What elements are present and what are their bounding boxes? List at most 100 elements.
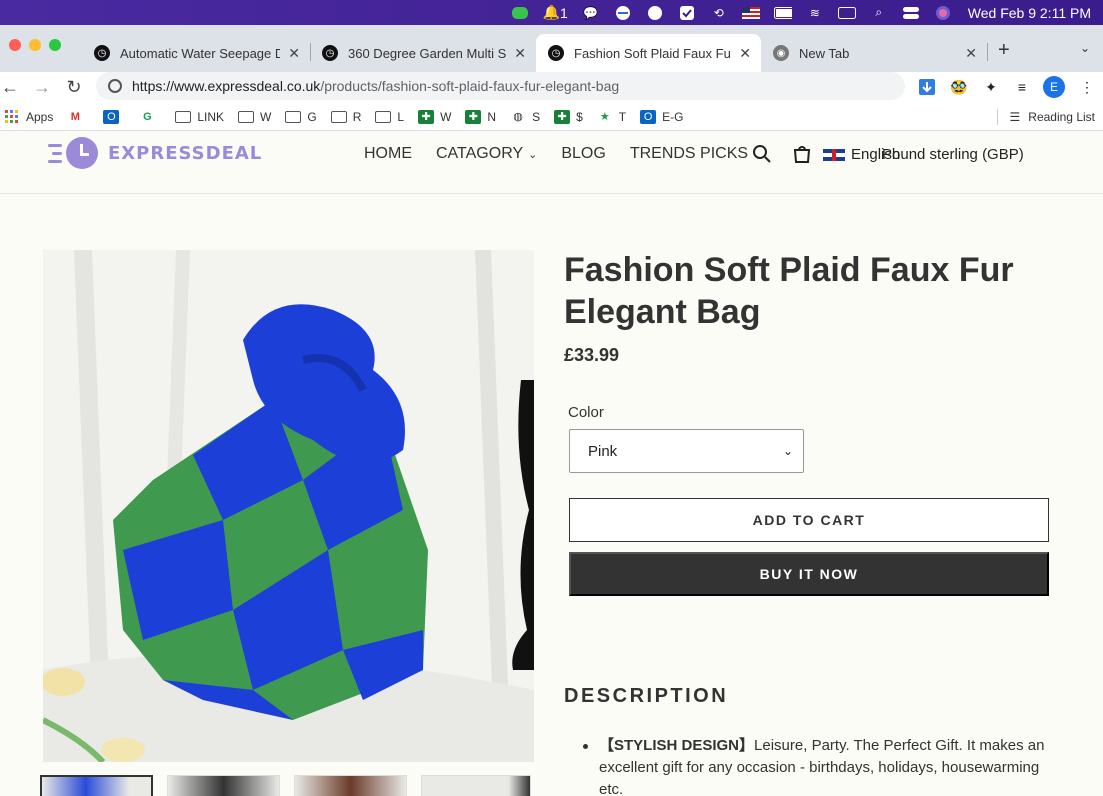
bookmark-folder-g[interactable]: G <box>285 109 317 124</box>
maximize-window-button[interactable] <box>49 39 61 51</box>
color-selected-value: Pink <box>588 442 618 460</box>
product-price: £33.99 <box>564 345 620 365</box>
new-tab-button[interactable]: + <box>998 39 1010 62</box>
bookmark-grammarly[interactable]: G <box>139 110 161 124</box>
bookmarks-bar: Apps M O G LINK W G R L ✚ W ✚ N ◍ S ✚ $ ★ T O… <box>0 103 1103 131</box>
back-arrow-icon[interactable]: ← <box>0 77 26 98</box>
site-info-icon[interactable] <box>108 79 122 93</box>
nav-home[interactable]: HOME <box>364 145 412 163</box>
description-item-bold: 【STYLISH DESIGN】 <box>599 737 755 754</box>
faux-fur-bag-image <box>43 250 534 762</box>
puzzle-extensions-icon[interactable]: ✦ <box>980 76 1002 98</box>
nav-trends-picks[interactable]: TRENDS PICKS <box>630 145 748 163</box>
notification-icon[interactable]: 🔔 1 <box>543 4 568 21</box>
nav-catagory[interactable]: CATAGORY ⌄ <box>436 145 537 163</box>
bookmark-label: W <box>440 109 452 124</box>
close-tab-icon[interactable]: ✕ <box>514 45 526 62</box>
close-window-button[interactable] <box>9 39 21 51</box>
reload-icon[interactable]: ↻ <box>58 77 90 98</box>
site-header: EXPRESSDEAL HOME CATAGORY ⌄ BLOG TRENDS P… <box>0 131 1103 194</box>
vpn-icon[interactable] <box>646 5 664 20</box>
thumbnail-2[interactable] <box>167 775 280 796</box>
us-flag-icon[interactable] <box>741 6 760 20</box>
close-tab-icon[interactable]: ✕ <box>965 45 977 62</box>
bookmark-folder-w[interactable]: W <box>238 110 271 124</box>
color-select[interactable]: Pink ⌄ <box>569 429 804 473</box>
teamviewer-icon[interactable] <box>614 5 632 20</box>
bookmark-label: Apps <box>26 109 54 124</box>
download-extension-icon[interactable] <box>916 76 938 98</box>
folder-icon <box>330 110 347 124</box>
bookmark-label: $ <box>576 109 583 124</box>
add-to-cart-button[interactable]: ADD TO CART <box>569 498 1049 542</box>
bookmark-sheet-w[interactable]: ✚ W <box>418 109 452 124</box>
reading-list-icon: ☰ <box>1009 110 1021 124</box>
apps-grid-icon <box>4 109 20 124</box>
check-icon[interactable] <box>678 5 696 20</box>
bookmark-folder-l[interactable]: L <box>375 110 404 124</box>
bookmark-globe-s[interactable]: ◍ S <box>510 110 540 124</box>
tab-360-degree-garden[interactable]: ◷ 360 Degree Garden Multi Sp ✕ <box>310 34 536 72</box>
profile-avatar[interactable]: E <box>1043 76 1065 98</box>
folder-icon <box>285 110 302 124</box>
main-nav: HOME CATAGORY ⌄ BLOG TRENDS PICKS <box>364 145 772 163</box>
thumbnail-3[interactable] <box>294 775 407 796</box>
gmail-icon: M <box>70 110 80 123</box>
bookmark-outlook-eg[interactable]: O E-G <box>640 109 683 124</box>
buy-it-now-button[interactable]: BUY IT NOW <box>569 552 1049 596</box>
bullet <box>583 744 588 749</box>
thumbnail-4[interactable] <box>421 775 531 796</box>
siri-icon[interactable] <box>934 5 952 20</box>
tab-title: Fashion Soft Plaid Faux Fur E <box>574 45 732 61</box>
close-tab-icon[interactable]: ✕ <box>739 45 751 62</box>
bookmark-label: G <box>307 109 317 124</box>
wifi-icon[interactable]: ≋ <box>806 6 824 20</box>
clock-favicon-icon: ◷ <box>322 45 338 61</box>
expressdeal-logo[interactable]: EXPRESSDEAL <box>48 137 262 169</box>
tab-automatic-water-seepage[interactable]: ◷ Automatic Water Seepage De ✕ <box>82 34 310 72</box>
wechat-icon[interactable]: 💬 <box>582 6 600 20</box>
line-icon[interactable] <box>511 6 529 20</box>
date-time[interactable]: Wed Feb 9 2:11 PM <box>968 5 1091 21</box>
product-main-image[interactable] <box>43 250 534 762</box>
bookmark-gmail[interactable]: M <box>67 110 89 124</box>
tab-new-tab[interactable]: ◉ New Tab ✕ <box>761 34 987 72</box>
nav-blog[interactable]: BLOG <box>561 145 605 163</box>
bookmark-label: L <box>397 109 405 124</box>
spotlight-icon[interactable]: ⌕ <box>870 5 888 20</box>
bookmark-label: S <box>532 109 541 124</box>
time-machine-icon[interactable]: ⟲ <box>710 6 728 20</box>
reading-list-button[interactable]: ☰ Reading List <box>996 109 1095 125</box>
star-icon: ★ <box>599 111 610 123</box>
description-list: 【STYLISH DESIGN】Leisure, Party. The Perf… <box>583 735 1053 796</box>
tab-fashion-soft-plaid[interactable]: ◷ Fashion Soft Plaid Faux Fur E ✕ <box>536 34 761 72</box>
bookmark-outlook[interactable]: O <box>103 109 125 124</box>
close-tab-icon[interactable]: ✕ <box>288 45 300 62</box>
bookmark-folder-link[interactable]: LINK <box>175 110 224 124</box>
sheets-icon: ✚ <box>418 109 435 124</box>
battery-icon[interactable] <box>773 6 792 20</box>
forward-arrow-icon[interactable]: → <box>26 77 58 98</box>
grammarly-icon: G <box>143 110 152 123</box>
tab-search-chevron-icon[interactable]: ⌄ <box>1080 41 1090 55</box>
folder-icon <box>175 110 192 124</box>
address-bar[interactable]: https://www.expressdeal.co.uk/products/f… <box>96 72 905 100</box>
bookmark-sheet-n[interactable]: ✚ N <box>465 109 496 124</box>
browser-menu-icon[interactable]: ⋮ <box>1076 76 1098 98</box>
search-icon[interactable] <box>752 144 772 169</box>
bookmark-folder-r[interactable]: R <box>330 110 361 124</box>
eyes-extension-icon[interactable]: 🥸 <box>948 76 970 98</box>
minimize-window-button[interactable] <box>29 39 41 51</box>
bookmark-sheet-dollar[interactable]: ✚ $ <box>554 109 583 124</box>
globe-icon: ◍ <box>513 111 523 123</box>
currency-selector[interactable]: Pound sterling (GBP) <box>882 146 1024 163</box>
thumbnail-1[interactable] <box>40 775 153 796</box>
clock-logo-icon <box>66 137 98 169</box>
bookmark-apps[interactable]: Apps <box>4 109 54 124</box>
bookmark-star-t[interactable]: ★ T <box>597 110 626 124</box>
keyboard-icon[interactable] <box>837 6 856 20</box>
tab-strip: ◷ Automatic Water Seepage De ✕ ◷ 360 Deg… <box>0 25 1103 72</box>
cart-icon[interactable] <box>792 144 812 169</box>
control-center-icon[interactable] <box>902 6 920 20</box>
reading-queue-icon[interactable]: ≡ <box>1011 76 1033 98</box>
